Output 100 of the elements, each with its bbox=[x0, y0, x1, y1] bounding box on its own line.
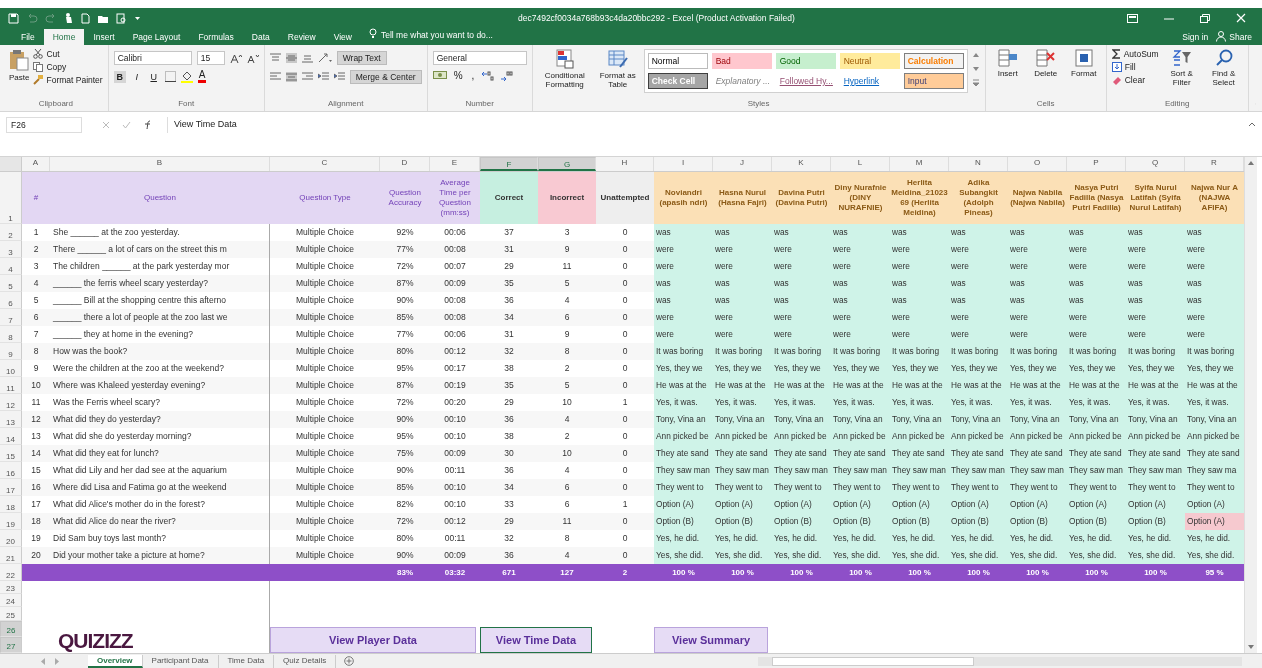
save-icon[interactable] bbox=[8, 12, 19, 24]
horizontal-scrollbar[interactable] bbox=[758, 656, 1242, 666]
bottom-align-icon[interactable] bbox=[301, 53, 313, 63]
expand-icon[interactable] bbox=[1248, 121, 1256, 127]
sheet-tab[interactable]: Time Data bbox=[218, 654, 275, 668]
cell-style-option[interactable]: Bad bbox=[711, 53, 772, 69]
format-cells-button[interactable]: Format bbox=[1066, 47, 1101, 79]
column-header[interactable]: D bbox=[380, 157, 430, 171]
cell-style-option[interactable]: Input bbox=[903, 73, 964, 89]
sign-in-link[interactable]: Sign in bbox=[1174, 32, 1217, 45]
bold-button[interactable]: B bbox=[113, 70, 126, 83]
shrink-font-icon[interactable] bbox=[246, 52, 259, 64]
comma-button[interactable]: , bbox=[469, 70, 477, 81]
row-header[interactable]: 24 bbox=[0, 594, 22, 608]
row-header[interactable]: 12 bbox=[0, 394, 22, 411]
new-document-icon[interactable] bbox=[81, 12, 90, 24]
increase-decimal-icon[interactable] bbox=[481, 70, 496, 81]
font-color-button[interactable]: A bbox=[197, 70, 207, 83]
ribbon-tab[interactable]: Page Layout bbox=[123, 29, 190, 45]
scroll-down-icon[interactable] bbox=[1247, 644, 1255, 650]
scroll-down-icon[interactable] bbox=[971, 65, 980, 73]
conditional-formatting-button[interactable]: Conditional Formatting bbox=[537, 47, 592, 90]
format-painter-button[interactable]: Format Painter bbox=[33, 75, 103, 85]
tell-me-search[interactable]: Tell me what you want to do... bbox=[380, 30, 493, 40]
column-header[interactable]: G bbox=[538, 157, 596, 171]
paste-button[interactable]: Paste bbox=[9, 47, 30, 83]
touch-mode-icon[interactable] bbox=[64, 12, 74, 24]
wrap-text-button[interactable]: Wrap Text bbox=[336, 51, 387, 65]
column-header[interactable]: P bbox=[1067, 157, 1126, 171]
percent-button[interactable]: % bbox=[451, 70, 465, 81]
print-preview-icon[interactable] bbox=[116, 12, 127, 24]
row-header[interactable]: 21 bbox=[0, 547, 22, 564]
caret-icon[interactable] bbox=[134, 15, 141, 21]
formula-input[interactable]: View Time Data bbox=[174, 117, 1242, 129]
view-data-button[interactable]: View Player Data bbox=[270, 627, 476, 653]
row-header[interactable]: 9 bbox=[0, 343, 22, 360]
ribbon-tab[interactable]: Review bbox=[278, 29, 325, 45]
row-header[interactable]: 2 bbox=[0, 224, 22, 241]
scroll-up-icon[interactable] bbox=[1247, 160, 1255, 166]
column-header[interactable]: N bbox=[949, 157, 1008, 171]
ribbon-display-icon[interactable] bbox=[1127, 13, 1138, 23]
scroll-up-icon[interactable] bbox=[971, 51, 980, 59]
row-header[interactable]: 8 bbox=[0, 326, 22, 343]
row-header[interactable]: 11 bbox=[0, 377, 22, 394]
find-select-button[interactable]: Find & Select bbox=[1204, 47, 1243, 88]
row-header[interactable]: 1 bbox=[0, 172, 22, 224]
ribbon-tab[interactable]: File bbox=[12, 29, 44, 45]
next-sheet-icon[interactable] bbox=[54, 657, 60, 665]
vertical-scrollbar[interactable] bbox=[1244, 157, 1257, 653]
view-data-button[interactable]: View Time Data bbox=[480, 627, 592, 653]
row-header[interactable]: 25 bbox=[0, 607, 22, 621]
ribbon-tab[interactable]: View bbox=[324, 29, 361, 45]
row-header[interactable]: 16 bbox=[0, 462, 22, 479]
column-header[interactable]: I bbox=[654, 157, 713, 171]
decrease-indent-icon[interactable] bbox=[317, 72, 329, 82]
column-header[interactable]: H bbox=[596, 157, 654, 171]
sheet-tab[interactable]: Overview bbox=[88, 654, 143, 668]
cell-style-option[interactable]: Normal bbox=[647, 53, 708, 69]
column-header[interactable]: L bbox=[831, 157, 890, 171]
column-header[interactable]: A bbox=[22, 157, 50, 171]
delete-cells-button[interactable]: Delete bbox=[1028, 47, 1063, 79]
underline-button[interactable]: U bbox=[147, 70, 160, 83]
row-header[interactable]: 10 bbox=[0, 360, 22, 377]
column-header[interactable]: Q bbox=[1126, 157, 1185, 171]
close-icon[interactable] bbox=[1236, 13, 1246, 23]
fill-color-icon[interactable] bbox=[180, 70, 193, 83]
column-header[interactable]: C bbox=[270, 157, 380, 171]
number-format-dropdown[interactable]: General bbox=[432, 51, 527, 65]
row-header[interactable]: 23 bbox=[0, 581, 22, 595]
orientation-icon[interactable] bbox=[317, 53, 332, 63]
cell-style-option[interactable]: Followed Hy... bbox=[775, 73, 836, 89]
sheet-tab[interactable]: Participant Data bbox=[142, 654, 219, 668]
row-header[interactable]: 22 bbox=[0, 564, 22, 581]
ribbon-tab[interactable]: Formulas bbox=[189, 29, 243, 45]
insert-cells-button[interactable]: Insert bbox=[990, 47, 1025, 79]
cell-style-option[interactable]: Good bbox=[775, 53, 836, 69]
grow-font-icon[interactable] bbox=[229, 52, 242, 64]
row-header[interactable]: 13 bbox=[0, 411, 22, 428]
format-as-table-button[interactable]: Format as Table bbox=[595, 47, 640, 90]
align-center-icon[interactable] bbox=[285, 72, 297, 82]
ribbon-tab[interactable]: Home bbox=[43, 29, 85, 45]
ribbon-tab[interactable]: Insert bbox=[84, 29, 124, 45]
row-header[interactable]: 20 bbox=[0, 530, 22, 547]
row-header[interactable]: 14 bbox=[0, 428, 22, 445]
font-size-dropdown[interactable]: 15 bbox=[196, 51, 225, 65]
name-box[interactable]: F26 bbox=[6, 117, 82, 133]
align-left-icon[interactable] bbox=[269, 72, 281, 82]
column-header[interactable]: B bbox=[50, 157, 270, 171]
ribbon-tab[interactable]: Data bbox=[242, 29, 279, 45]
insert-function-icon[interactable] bbox=[143, 120, 153, 130]
row-header[interactable]: 5 bbox=[0, 275, 22, 292]
row-header[interactable]: 19 bbox=[0, 513, 22, 530]
middle-align-icon[interactable] bbox=[285, 53, 297, 63]
column-header[interactable]: J bbox=[713, 157, 772, 171]
row-header[interactable]: 7 bbox=[0, 309, 22, 326]
row-header[interactable]: 17 bbox=[0, 479, 22, 496]
autosum-button[interactable]: AutoSum bbox=[1111, 49, 1159, 59]
previous-sheet-icon[interactable] bbox=[40, 657, 46, 665]
restore-icon[interactable] bbox=[1200, 13, 1210, 23]
column-header[interactable]: O bbox=[1008, 157, 1067, 171]
